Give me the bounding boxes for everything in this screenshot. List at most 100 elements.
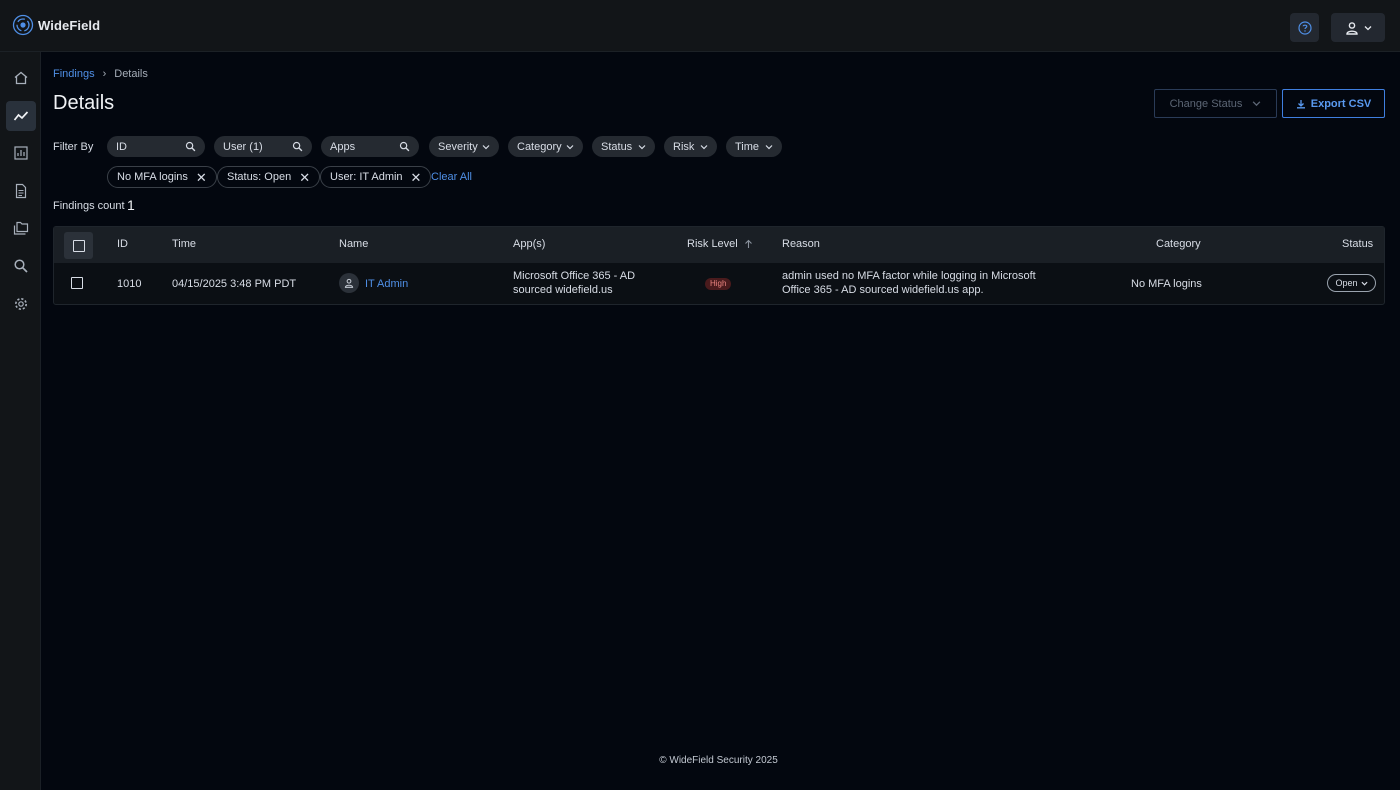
- column-header-reason[interactable]: Reason: [782, 238, 820, 250]
- filter-chip-category: No MFA logins ✕: [107, 166, 217, 188]
- filter-chip-label: No MFA logins: [117, 171, 188, 183]
- sidebar-item-home[interactable]: [6, 63, 36, 93]
- help-button[interactable]: [1290, 13, 1319, 42]
- risk-level-badge: High: [705, 278, 732, 290]
- sort-ascending-icon: [744, 239, 752, 248]
- breadcrumb-findings-link[interactable]: Findings: [53, 68, 95, 80]
- sidebar-item-documents[interactable]: [6, 176, 36, 206]
- select-all-checkbox[interactable]: [64, 232, 93, 259]
- chevron-down-icon: [1253, 101, 1261, 107]
- risk-dropdown[interactable]: Risk: [664, 136, 717, 157]
- time-dropdown[interactable]: Time: [726, 136, 782, 157]
- row-apps: Microsoft Office 365 - AD sourced widefi…: [513, 269, 635, 297]
- severity-dropdown-label: Severity: [438, 140, 478, 153]
- folder-icon: [13, 221, 29, 235]
- user-search-label: User (1): [223, 140, 263, 153]
- change-status-button[interactable]: Change Status: [1154, 89, 1277, 118]
- search-icon: [399, 141, 410, 152]
- app-logo[interactable]: WideField: [12, 14, 100, 36]
- chevron-down-icon: [566, 144, 574, 149]
- user-search-input[interactable]: User (1): [214, 136, 312, 157]
- app-name: WideField: [38, 17, 101, 33]
- widefield-logo-icon: [12, 14, 34, 36]
- search-icon: [292, 141, 303, 152]
- sidebar: [0, 52, 41, 790]
- breadcrumb: Findings › Details: [53, 68, 148, 80]
- risk-dropdown-label: Risk: [673, 140, 695, 153]
- column-header-risk-label: Risk Level: [687, 238, 738, 250]
- bar-chart-icon: [14, 146, 28, 160]
- column-header-id[interactable]: ID: [117, 238, 128, 250]
- sidebar-item-reports[interactable]: [6, 138, 36, 168]
- download-icon: [1296, 99, 1305, 108]
- row-apps-line1: Microsoft Office 365 - AD: [513, 270, 636, 282]
- sidebar-item-folders[interactable]: [6, 213, 36, 243]
- search-icon: [185, 141, 196, 152]
- filter-by-label: Filter By: [53, 141, 94, 153]
- row-reason-line1: admin used no MFA factor while logging i…: [782, 270, 1036, 282]
- chevron-down-icon: [1360, 281, 1368, 286]
- close-icon[interactable]: ✕: [299, 171, 310, 184]
- column-header-time[interactable]: Time: [172, 238, 196, 250]
- user-icon: [344, 278, 354, 288]
- id-search-label: ID: [116, 140, 127, 153]
- filter-chip-label: Status: Open: [227, 171, 292, 183]
- chevron-down-icon: [700, 144, 708, 149]
- sidebar-item-settings[interactable]: [6, 289, 36, 319]
- close-icon[interactable]: ✕: [196, 171, 207, 184]
- close-icon[interactable]: ✕: [411, 171, 422, 184]
- chevron-down-icon: [765, 144, 773, 149]
- row-reason-line2: Office 365 - AD sourced widefield.us app…: [782, 284, 984, 296]
- avatar: [339, 273, 359, 293]
- top-bar: WideField: [0, 0, 1400, 52]
- chevron-down-icon: [1364, 25, 1371, 30]
- sidebar-item-findings[interactable]: [6, 101, 36, 131]
- breadcrumb-current: Details: [114, 68, 148, 80]
- row-user-link[interactable]: IT Admin: [365, 277, 408, 291]
- apps-search-label: Apps: [330, 140, 356, 153]
- id-search-input[interactable]: ID: [107, 136, 205, 157]
- status-dropdown-label: Status: [601, 140, 633, 153]
- change-status-label: Change Status: [1169, 97, 1243, 110]
- time-dropdown-label: Time: [735, 140, 760, 153]
- export-csv-label: Export CSV: [1310, 97, 1372, 110]
- clear-all-link[interactable]: Clear All: [431, 171, 472, 183]
- severity-dropdown[interactable]: Severity: [429, 136, 499, 157]
- row-category: No MFA logins: [1131, 278, 1202, 290]
- row-status-dropdown[interactable]: Open: [1327, 274, 1376, 292]
- column-header-category[interactable]: Category: [1156, 238, 1201, 250]
- row-id: 1010: [117, 278, 142, 290]
- chevron-down-icon: [638, 144, 646, 149]
- gear-icon: [15, 298, 27, 310]
- column-header-apps[interactable]: App(s): [513, 238, 545, 250]
- status-dropdown[interactable]: Status: [592, 136, 655, 157]
- row-time: 04/15/2025 3:48 PM PDT: [172, 278, 297, 290]
- findings-count-value: 1: [127, 197, 135, 213]
- row-apps-line2: sourced widefield.us: [513, 284, 613, 296]
- table-header: ID Time Name App(s) Risk Level Reason Ca…: [54, 227, 1384, 263]
- category-dropdown-label: Category: [517, 140, 562, 153]
- column-header-status[interactable]: Status: [1342, 238, 1373, 250]
- column-header-name[interactable]: Name: [339, 238, 368, 250]
- category-dropdown[interactable]: Category: [508, 136, 583, 157]
- home-icon: [14, 71, 28, 85]
- apps-search-input[interactable]: Apps: [321, 136, 419, 157]
- export-csv-button[interactable]: Export CSV: [1282, 89, 1385, 118]
- user-icon: [1345, 21, 1358, 35]
- help-circle-icon: [1297, 20, 1312, 35]
- findings-table: ID Time Name App(s) Risk Level Reason Ca…: [53, 226, 1385, 305]
- document-icon: [15, 183, 27, 199]
- page-title: Details: [53, 92, 115, 114]
- trend-icon: [13, 111, 29, 121]
- row-checkbox[interactable]: [71, 277, 83, 289]
- column-header-risk[interactable]: Risk Level: [687, 238, 753, 250]
- checkbox-box: [72, 239, 85, 252]
- sidebar-item-search[interactable]: [6, 251, 36, 281]
- user-menu-button[interactable]: [1331, 13, 1385, 42]
- footer-copyright: © WideField Security 2025: [659, 755, 778, 766]
- table-row[interactable]: 1010 04/15/2025 3:48 PM PDT IT Admin Mic…: [54, 263, 1384, 305]
- row-status-label: Open: [1335, 278, 1358, 288]
- chevron-down-icon: [482, 144, 490, 149]
- row-reason: admin used no MFA factor while logging i…: [782, 269, 1036, 297]
- filter-chip-status: Status: Open ✕: [217, 166, 321, 188]
